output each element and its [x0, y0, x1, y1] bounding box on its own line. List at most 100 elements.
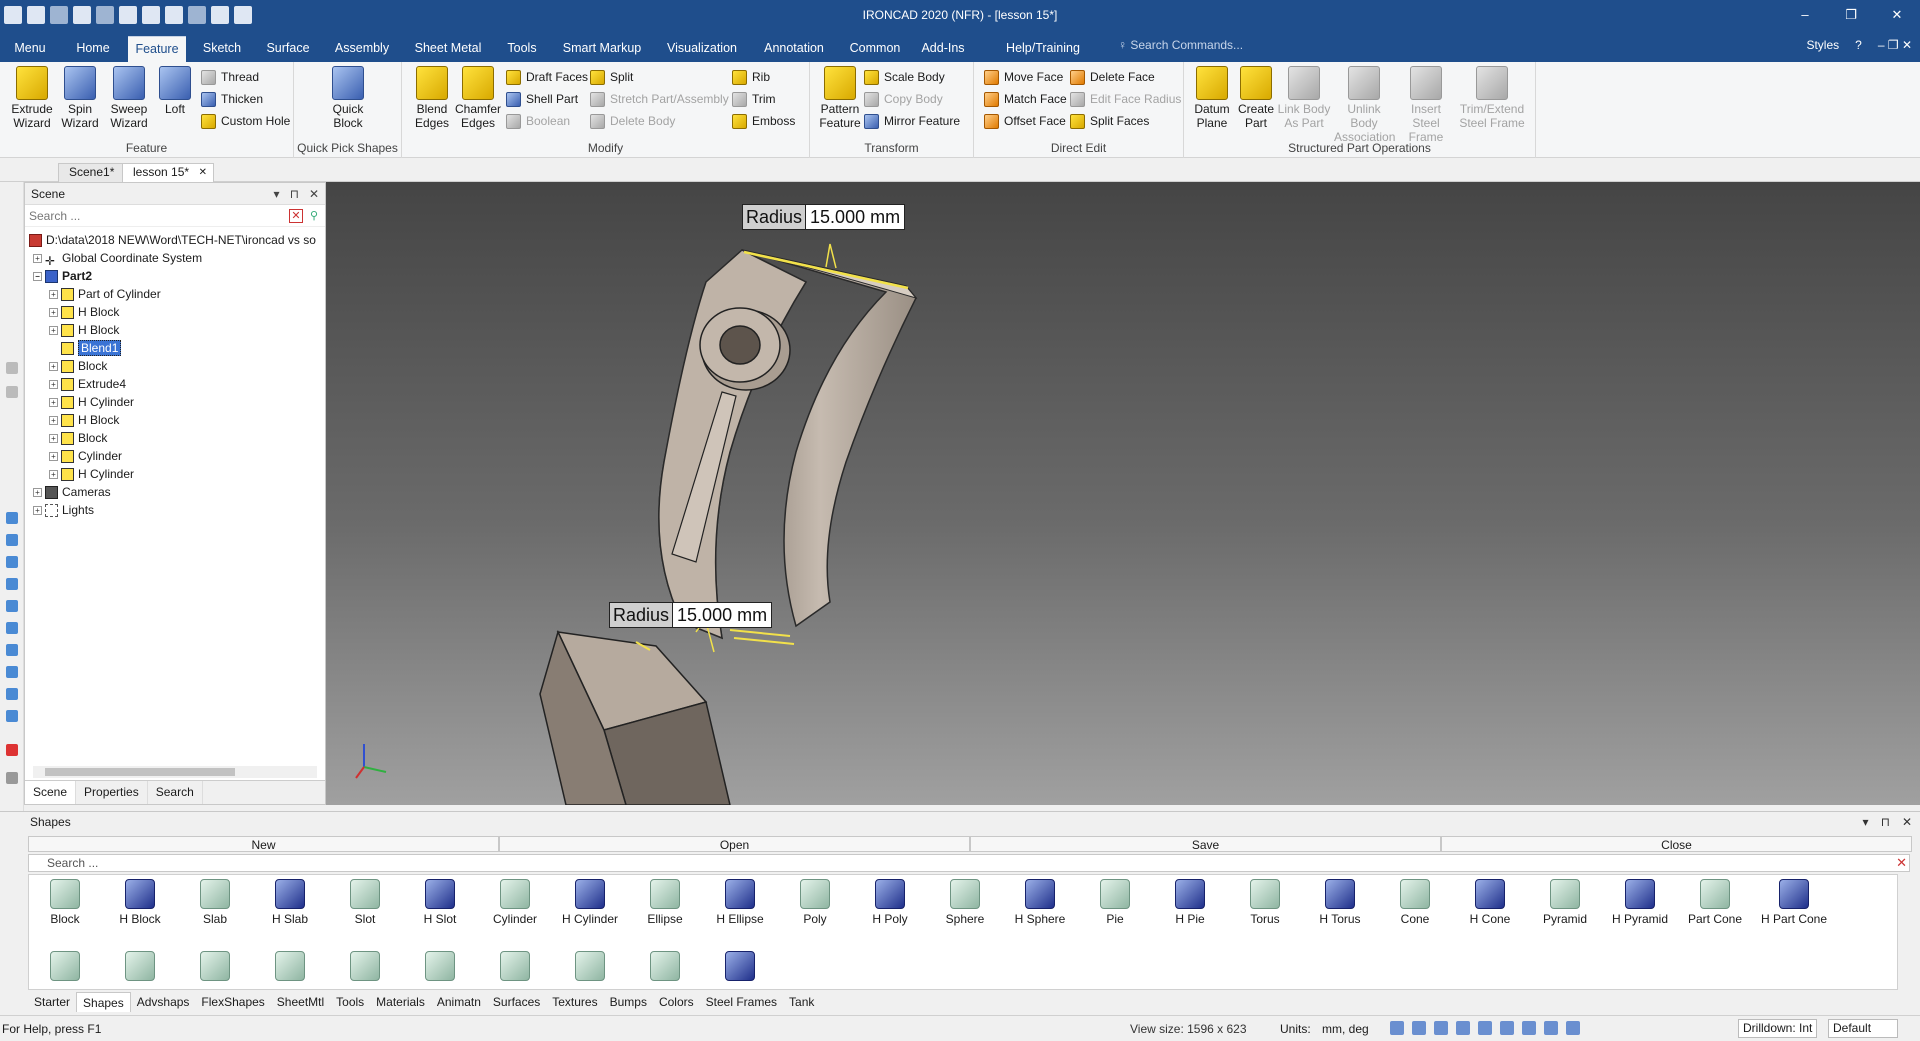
catalog-tab-tools[interactable]: Tools: [330, 992, 370, 1012]
section-icon[interactable]: [1478, 1021, 1492, 1035]
shape-item[interactable]: Pyramid: [1529, 879, 1601, 926]
tab-home[interactable]: Home: [70, 36, 116, 62]
tool-icon[interactable]: [6, 512, 18, 524]
shape-item[interactable]: [104, 951, 176, 984]
shape-item[interactable]: Slab: [179, 879, 251, 926]
tab-smart-markup[interactable]: Smart Markup: [558, 36, 646, 62]
units-value[interactable]: mm, deg: [1322, 1022, 1369, 1036]
mode-select[interactable]: Default: [1828, 1019, 1898, 1038]
doc-tab-close-icon[interactable]: ✕: [199, 164, 207, 181]
shape-item[interactable]: H Sphere: [1004, 879, 1076, 926]
tool-icon[interactable]: [6, 386, 18, 398]
panel-dropdown-icon[interactable]: ▾: [274, 183, 280, 205]
delete-face-button[interactable]: Delete Face: [1070, 68, 1155, 88]
tab-sheet-metal[interactable]: Sheet Metal: [410, 36, 486, 62]
radius-dimension-top[interactable]: Radius 15.000 mm: [742, 204, 906, 230]
zoom-fit-icon[interactable]: [1412, 1021, 1426, 1035]
shape-item[interactable]: Slot: [329, 879, 401, 926]
tree-root[interactable]: D:\data\2018 NEW\Word\TECH-NET\ironcad v…: [29, 231, 316, 249]
tool-icon[interactable]: [6, 644, 18, 656]
draft-faces-button[interactable]: Draft Faces: [506, 68, 588, 88]
shape-item[interactable]: [629, 951, 701, 984]
select-cursor-icon[interactable]: [1566, 1021, 1580, 1035]
expand-icon[interactable]: +: [49, 290, 58, 300]
boolean-button[interactable]: Boolean: [506, 112, 570, 132]
render-mode-icon[interactable]: [1456, 1021, 1470, 1035]
panel-pin-icon[interactable]: ⊓: [290, 183, 299, 205]
panel-close-icon[interactable]: ✕: [1902, 815, 1912, 829]
tab-help-training[interactable]: Help/Training: [1001, 36, 1085, 62]
shape-item[interactable]: H Part Cone: [1754, 879, 1834, 926]
tool-icon[interactable]: [6, 744, 18, 756]
expand-icon[interactable]: +: [49, 380, 58, 390]
doc-tab-lesson15[interactable]: lesson 15* ✕: [122, 163, 215, 182]
trim-extend-steel-frame-button[interactable]: Trim/Extend Steel Frame: [1456, 66, 1528, 130]
shape-item[interactable]: H Cone: [1454, 879, 1526, 926]
shape-item[interactable]: Sphere: [929, 879, 1001, 926]
shape-item[interactable]: Cone: [1379, 879, 1451, 926]
shape-item[interactable]: [329, 951, 401, 984]
tool-icon[interactable]: [6, 622, 18, 634]
shape-item[interactable]: H Block: [104, 879, 176, 926]
create-part-button[interactable]: Create Part: [1232, 66, 1280, 130]
scale-body-button[interactable]: Scale Body: [864, 68, 945, 88]
datum-plane-button[interactable]: Datum Plane: [1188, 66, 1236, 130]
blend-edges-button[interactable]: Blend Edges: [408, 66, 456, 130]
expand-icon[interactable]: +: [49, 362, 58, 372]
expand-icon[interactable]: +: [49, 326, 58, 336]
tab-common[interactable]: Common: [846, 36, 904, 62]
catalog-tab-surfaces[interactable]: Surfaces: [487, 992, 546, 1012]
tree-item-feature[interactable]: + H Block: [49, 303, 119, 321]
delete-body-button[interactable]: Delete Body: [590, 112, 675, 132]
match-face-button[interactable]: Match Face: [984, 90, 1067, 110]
shape-item[interactable]: [254, 951, 326, 984]
radius-dimension-bottom[interactable]: Radius 15.000 mm: [609, 602, 773, 628]
sweep-wizard-button[interactable]: Sweep Wizard: [105, 66, 153, 130]
tree-item-feature[interactable]: + H Block: [49, 411, 119, 429]
shape-item[interactable]: Ellipse: [629, 879, 701, 926]
split-button[interactable]: Split: [590, 68, 633, 88]
tree-item-feature[interactable]: + Block: [49, 429, 107, 447]
help-icon[interactable]: ?: [1855, 38, 1862, 52]
pattern-feature-button[interactable]: Pattern Feature: [816, 66, 864, 130]
tree-item-feature[interactable]: + Cylinder: [49, 447, 122, 465]
tool-icon[interactable]: [6, 578, 18, 590]
shape-item[interactable]: [179, 951, 251, 984]
catalog-tab-tank[interactable]: Tank: [783, 992, 820, 1012]
split-faces-button[interactable]: Split Faces: [1070, 112, 1149, 132]
catalog-tab-flexshapes[interactable]: FlexShapes: [195, 992, 270, 1012]
catalog-new-button[interactable]: New: [28, 836, 499, 852]
filter-icon[interactable]: ⚲: [307, 209, 321, 223]
spin-wizard-button[interactable]: Spin Wizard: [56, 66, 104, 130]
shape-item[interactable]: Pie: [1079, 879, 1151, 926]
insert-steel-frame-button[interactable]: Insert Steel Frame: [1398, 66, 1454, 144]
custom-hole-button[interactable]: Custom Hole: [201, 112, 290, 132]
expand-icon[interactable]: +: [33, 254, 42, 264]
tool-icon[interactable]: [6, 688, 18, 700]
clear-search-icon[interactable]: ✕: [289, 209, 303, 223]
expand-icon[interactable]: +: [49, 452, 58, 462]
expand-icon[interactable]: +: [49, 308, 58, 318]
3d-viewport[interactable]: Radius 15.000 mm Radius 15.000 mm: [326, 182, 1920, 805]
link-body-button[interactable]: Link Body As Part: [1276, 66, 1332, 130]
expand-icon[interactable]: +: [49, 470, 58, 480]
tab-tools[interactable]: Tools: [501, 36, 543, 62]
shape-item[interactable]: H Cylinder: [554, 879, 626, 926]
shape-item[interactable]: H Pyramid: [1604, 879, 1676, 926]
tool-icon[interactable]: [6, 362, 18, 374]
camera-icon[interactable]: [1544, 1021, 1558, 1035]
catalog-search-input[interactable]: Search ... ✕: [28, 854, 1910, 872]
catalog-tab-textures[interactable]: Textures: [546, 992, 603, 1012]
expand-icon[interactable]: +: [49, 434, 58, 444]
shape-item[interactable]: [404, 951, 476, 984]
display-icon[interactable]: [1522, 1021, 1536, 1035]
tab-sketch[interactable]: Sketch: [197, 36, 247, 62]
unlink-body-button[interactable]: Unlink Body Association: [1334, 66, 1395, 144]
catalog-tab-starter[interactable]: Starter: [28, 992, 76, 1012]
tree-item-feature[interactable]: + H Cylinder: [49, 465, 134, 483]
shape-item[interactable]: H Slot: [404, 879, 476, 926]
tab-add-ins[interactable]: Add-Ins: [918, 36, 968, 62]
tab-assembly[interactable]: Assembly: [330, 36, 394, 62]
tab-properties[interactable]: Properties: [76, 781, 148, 804]
horizontal-scrollbar[interactable]: [33, 766, 317, 778]
